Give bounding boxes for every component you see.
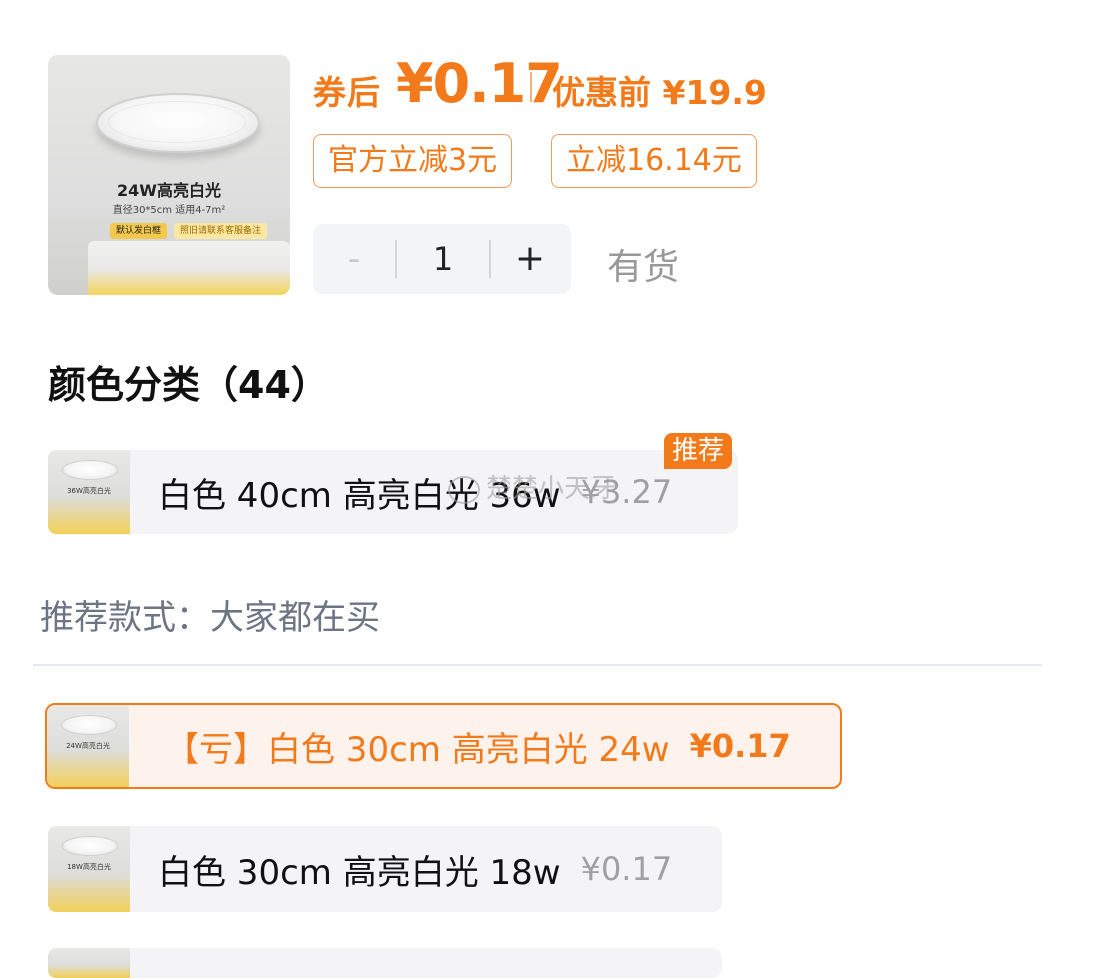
variant-thumbnail-text: 24W高亮白光 bbox=[66, 742, 110, 750]
ceiling-lamp-icon bbox=[62, 836, 118, 856]
ceiling-lamp-icon bbox=[62, 460, 118, 480]
variant-price: ¥0.17 bbox=[689, 727, 791, 765]
recommended-badge: 推荐 bbox=[664, 433, 733, 469]
increase-quantity-button[interactable]: + bbox=[489, 224, 571, 294]
variant-price: ¥0.17 bbox=[580, 850, 673, 888]
stock-status: 有货 bbox=[607, 247, 680, 288]
variant-thumbnail-text: 36W高亮白光 bbox=[67, 487, 111, 495]
variant-option-selected[interactable]: 24W高亮白光 【亏】白色 30cm 高亮白光 24w ¥0.17 bbox=[45, 703, 842, 789]
variant-thumbnail: 24W高亮白光 bbox=[47, 705, 129, 787]
weibo-icon bbox=[448, 475, 480, 504]
discount-tag-instant: 立减16.14元 bbox=[551, 134, 757, 188]
variant-thumbnail: 18W高亮白光 bbox=[48, 826, 130, 912]
decrease-quantity-button[interactable]: - bbox=[313, 224, 395, 294]
variant-thumbnail: 36W高亮白光 bbox=[48, 450, 130, 534]
section-divider bbox=[33, 664, 1042, 666]
product-image-subtitle: 直径30*5cm 适用4-7m² bbox=[112, 205, 226, 216]
variant-label-row: 【亏】白色 30cm 高亮白光 24w ¥0.17 bbox=[165, 705, 791, 787]
bed-illustration bbox=[88, 241, 290, 295]
price-before-label: 优惠前 bbox=[552, 73, 651, 112]
quantity-value[interactable]: 1 bbox=[397, 224, 489, 294]
product-image-badge: 默认发白框 bbox=[110, 223, 168, 239]
variant-label: 白色 30cm 高亮白光 18w bbox=[158, 852, 561, 893]
variant-option[interactable]: 36W高亮白光 白色 40cm 高亮白光 36w ¥3.27 bbox=[48, 450, 738, 534]
variant-thumbnail-text: 18W高亮白光 bbox=[67, 863, 111, 871]
watermark: 楚楚小天牙 bbox=[448, 468, 616, 505]
product-image-badge-note: 照旧请联系客服备注 bbox=[174, 223, 268, 239]
variant-thumbnail bbox=[48, 948, 130, 978]
ceiling-lamp-icon bbox=[61, 715, 117, 735]
price-divider bbox=[530, 72, 532, 102]
color-category-title: 颜色分类（44） bbox=[48, 363, 329, 407]
discount-tag-official: 官方立减3元 bbox=[313, 134, 513, 188]
price-before-value: ¥19.9 bbox=[662, 73, 767, 112]
product-image-title: 24W高亮白光 bbox=[117, 181, 221, 200]
variant-option[interactable] bbox=[48, 948, 722, 978]
price-after-coupon-value: ¥0.17 bbox=[396, 52, 563, 115]
price-after-coupon-label: 券后 bbox=[313, 73, 381, 112]
product-image[interactable]: 24W高亮白光 直径30*5cm 适用4-7m² 默认发白框 照旧请联系客服备注 bbox=[48, 55, 290, 295]
ceiling-lamp-icon bbox=[96, 93, 260, 153]
recommended-styles-label: 推荐款式：大家都在买 bbox=[40, 598, 380, 638]
watermark-text: 楚楚小天牙 bbox=[486, 474, 617, 504]
quantity-stepper: - 1 + bbox=[313, 224, 571, 294]
variant-option[interactable]: 18W高亮白光 白色 30cm 高亮白光 18w ¥0.17 bbox=[48, 826, 722, 912]
price-before-discount: 优惠前 ¥19.9 bbox=[552, 66, 767, 114]
variant-label: 【亏】白色 30cm 高亮白光 24w bbox=[165, 729, 670, 770]
variant-label-row: 白色 30cm 高亮白光 18w ¥0.17 bbox=[158, 826, 672, 912]
